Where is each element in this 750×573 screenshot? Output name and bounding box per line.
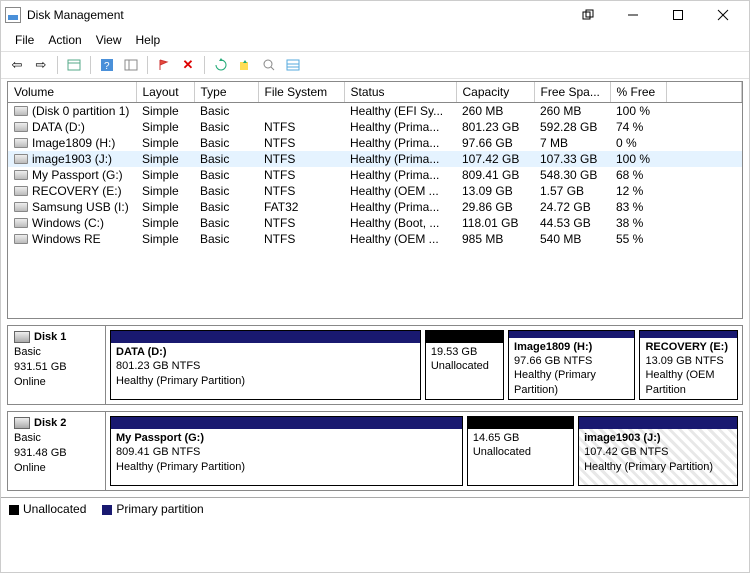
volume-icon [14, 154, 28, 164]
forward-button[interactable]: ⇨ [31, 55, 51, 75]
separator [90, 56, 91, 74]
menu-view[interactable]: View [90, 31, 128, 49]
svg-text:?: ? [104, 61, 110, 72]
column-headers[interactable]: Volume Layout Type File System Status Ca… [8, 82, 742, 103]
menu-file[interactable]: File [9, 31, 40, 49]
menu-action[interactable]: Action [42, 31, 87, 49]
settings-icon[interactable] [121, 55, 141, 75]
menu-help[interactable]: Help [130, 31, 167, 49]
volume-icon [14, 170, 28, 180]
help-icon[interactable]: ? [97, 55, 117, 75]
table-row[interactable]: Image1809 (H:)SimpleBasicNTFSHealthy (Pr… [8, 135, 742, 151]
disk-icon [14, 331, 30, 343]
volume-icon [14, 234, 28, 244]
menu-bar: File Action View Help [1, 29, 749, 51]
separator [147, 56, 148, 74]
volume-icon [14, 106, 28, 116]
disk-icon [14, 417, 30, 429]
col-pctfree[interactable]: % Free [610, 82, 666, 103]
table-row[interactable]: Windows RESimpleBasicNTFSHealthy (OEM ..… [8, 231, 742, 247]
volume-icon [14, 186, 28, 196]
volume-list[interactable]: Volume Layout Type File System Status Ca… [7, 81, 743, 319]
volume-icon [14, 218, 28, 228]
volume-icon [14, 202, 28, 212]
col-free[interactable]: Free Spa... [534, 82, 610, 103]
volume-icon [14, 138, 28, 148]
separator [57, 56, 58, 74]
restore-extra-button[interactable] [565, 1, 610, 29]
window-buttons [565, 1, 745, 29]
col-status[interactable]: Status [344, 82, 456, 103]
disk-info[interactable]: Disk 1Basic931.51 GBOnline [8, 326, 106, 404]
table-row[interactable]: Windows (C:)SimpleBasicNTFSHealthy (Boot… [8, 215, 742, 231]
partition-primary[interactable]: My Passport (G:)809.41 GB NTFSHealthy (P… [110, 416, 463, 486]
delete-icon[interactable]: ✕ [178, 55, 198, 75]
table-row[interactable]: image1903 (J:)SimpleBasicNTFSHealthy (Pr… [8, 151, 742, 167]
refresh-icon[interactable] [211, 55, 231, 75]
legend-primary: Primary partition [102, 502, 203, 516]
table-row[interactable]: Samsung USB (I:)SimpleBasicFAT32Healthy … [8, 199, 742, 215]
list-icon[interactable] [283, 55, 303, 75]
back-button[interactable]: ⇦ [7, 55, 27, 75]
table-row[interactable]: My Passport (G:)SimpleBasicNTFSHealthy (… [8, 167, 742, 183]
minimize-button[interactable] [610, 1, 655, 29]
col-filesystem[interactable]: File System [258, 82, 344, 103]
find-icon[interactable] [259, 55, 279, 75]
disk-block: Disk 1Basic931.51 GBOnlineDATA (D:)801.2… [7, 325, 743, 405]
disk-block: Disk 2Basic931.48 GBOnlineMy Passport (G… [7, 411, 743, 491]
col-capacity[interactable]: Capacity [456, 82, 534, 103]
partition-unallocated[interactable]: 14.65 GBUnallocated [467, 416, 574, 486]
partition-primary[interactable]: Image1809 (H:)97.66 GB NTFSHealthy (Prim… [508, 330, 635, 400]
show-hide-icon[interactable] [64, 55, 84, 75]
partition-unallocated[interactable]: 19.53 GBUnallocated [425, 330, 504, 400]
separator [204, 56, 205, 74]
app-icon [5, 7, 21, 23]
rescan-icon[interactable] [235, 55, 255, 75]
titlebar: Disk Management [1, 1, 749, 29]
disk-info[interactable]: Disk 2Basic931.48 GBOnline [8, 412, 106, 490]
col-volume[interactable]: Volume [8, 82, 136, 103]
table-row[interactable]: DATA (D:)SimpleBasicNTFSHealthy (Prima..… [8, 119, 742, 135]
volume-icon [14, 122, 28, 132]
partition-primary[interactable]: DATA (D:)801.23 GB NTFSHealthy (Primary … [110, 330, 421, 400]
maximize-button[interactable] [655, 1, 700, 29]
table-row[interactable]: RECOVERY (E:)SimpleBasicNTFSHealthy (OEM… [8, 183, 742, 199]
legend-unallocated: Unallocated [9, 502, 86, 516]
toolbar: ⇦ ⇨ ? ✕ [1, 51, 749, 79]
graphical-view: Disk 1Basic931.51 GBOnlineDATA (D:)801.2… [1, 321, 749, 491]
col-layout[interactable]: Layout [136, 82, 194, 103]
close-button[interactable] [700, 1, 745, 29]
window-title: Disk Management [27, 8, 124, 22]
flag-icon[interactable] [154, 55, 174, 75]
table-row[interactable]: (Disk 0 partition 1)SimpleBasicHealthy (… [8, 103, 742, 120]
partition-primary[interactable]: image1903 (J:)107.42 GB NTFSHealthy (Pri… [578, 416, 738, 486]
col-spacer [666, 82, 742, 103]
legend: Unallocated Primary partition [1, 497, 749, 520]
col-type[interactable]: Type [194, 82, 258, 103]
partition-primary[interactable]: RECOVERY (E:)13.09 GB NTFSHealthy (OEM P… [639, 330, 738, 400]
